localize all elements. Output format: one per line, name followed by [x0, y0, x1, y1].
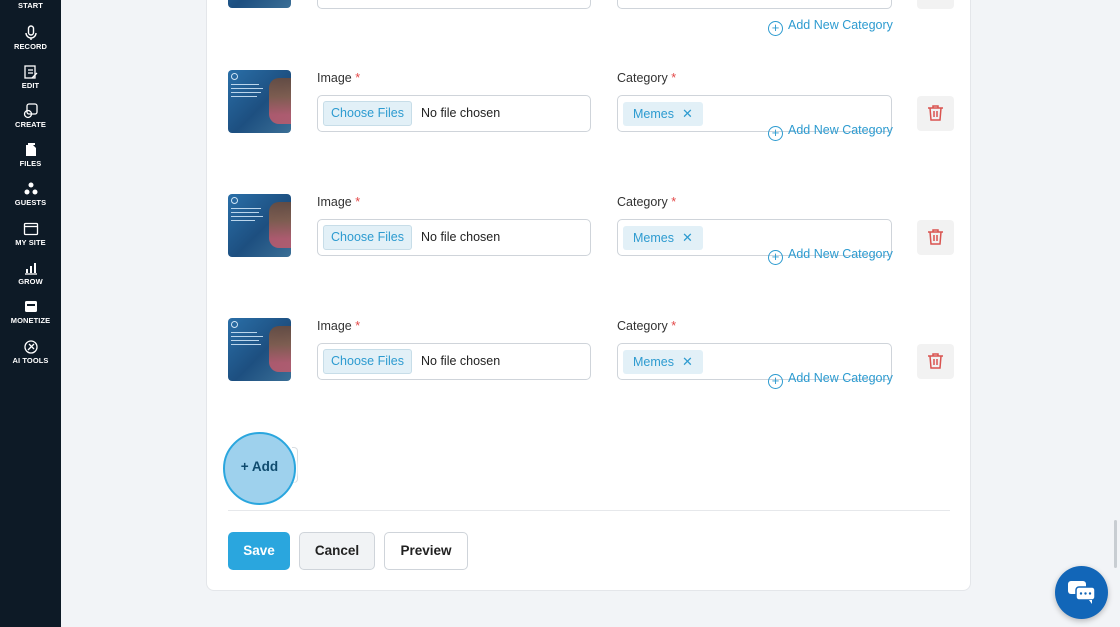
choose-files-button[interactable]: Choose Files	[323, 349, 412, 374]
file-status: No file chosen	[421, 230, 501, 244]
cancel-button[interactable]: Cancel	[299, 532, 375, 570]
delete-row-button[interactable]	[917, 344, 954, 379]
media-form-card: + Add New Category Image * Choose Files N…	[206, 0, 971, 591]
preview-button[interactable]: Preview	[384, 532, 468, 570]
delete-row-button[interactable]	[917, 220, 954, 255]
add-new-category-link[interactable]: + Add New Category	[768, 247, 893, 265]
sidebar-item-label: FILES	[19, 159, 42, 168]
plus-circle-icon: +	[768, 250, 783, 265]
sidebar-item-label: AI TOOLS	[12, 356, 49, 365]
delete-row-button[interactable]	[917, 0, 954, 9]
sidebar-item-label: RECORD	[13, 42, 48, 51]
remove-chip-icon[interactable]: ✕	[682, 350, 693, 374]
category-chip: Memes ✕	[623, 350, 703, 374]
files-icon	[25, 143, 36, 156]
remove-chip-icon[interactable]: ✕	[682, 226, 693, 250]
category-chip: Memes ✕	[623, 102, 703, 126]
category-input[interactable]	[617, 0, 892, 9]
sidebar: START RECORD EDIT CREATE FILES GUESTS MY…	[0, 0, 61, 627]
sidebar-item-edit[interactable]: EDIT	[0, 64, 61, 90]
category-label: Category *	[617, 71, 677, 85]
category-chip: Memes ✕	[623, 226, 703, 250]
guests-icon	[24, 182, 37, 195]
image-file-input[interactable]: Choose Files No file chosen	[317, 343, 591, 380]
sidebar-item-label: GUESTS	[14, 198, 47, 207]
browser-icon	[23, 222, 38, 236]
choose-files-button[interactable]: Choose Files	[323, 101, 412, 126]
file-status: No file chosen	[421, 106, 501, 120]
sidebar-item-label: GROW	[18, 277, 43, 286]
scrollbar[interactable]	[1114, 520, 1117, 568]
microphone-icon	[24, 25, 37, 40]
sidebar-item-guests[interactable]: GUESTS	[0, 181, 61, 207]
sidebar-item-create[interactable]: CREATE	[0, 103, 61, 129]
divider	[228, 510, 950, 511]
chat-widget-button[interactable]	[1055, 566, 1108, 619]
image-file-input[interactable]: Choose Files No file chosen	[317, 95, 591, 132]
plus-circle-icon: +	[768, 374, 783, 389]
sidebar-item-label: START	[18, 1, 43, 10]
sidebar-item-my-site[interactable]: MY SITE	[0, 221, 61, 247]
chat-icon	[1068, 581, 1096, 604]
sidebar-item-files[interactable]: FILES	[0, 142, 61, 168]
save-button[interactable]: Save	[228, 532, 290, 570]
trash-icon	[928, 229, 943, 245]
plus-circle-icon: +	[768, 126, 783, 141]
sidebar-item-grow[interactable]: GROW	[0, 260, 61, 286]
remove-chip-icon[interactable]: ✕	[682, 102, 693, 126]
sidebar-item-start[interactable]: START	[0, 0, 61, 10]
plus-circle-icon: +	[768, 21, 783, 36]
add-new-category-link[interactable]: + Add New Category	[768, 18, 893, 36]
sidebar-item-monetize[interactable]: MONETIZE	[0, 299, 61, 325]
image-thumbnail	[228, 318, 291, 381]
sidebar-item-label: CREATE	[15, 120, 46, 129]
image-thumbnail	[228, 194, 291, 257]
monetize-icon	[24, 301, 37, 312]
category-label: Category *	[617, 195, 677, 209]
edit-icon	[23, 65, 37, 79]
chart-icon	[24, 263, 37, 275]
category-label: Category *	[617, 319, 677, 333]
sidebar-item-label: EDIT	[21, 81, 40, 90]
image-file-input[interactable]	[317, 0, 591, 9]
sidebar-item-label: MY SITE	[15, 238, 46, 247]
add-new-category-link[interactable]: + Add New Category	[768, 371, 893, 389]
choose-files-button[interactable]: Choose Files	[323, 225, 412, 250]
trash-icon	[928, 353, 943, 369]
file-status: No file chosen	[421, 354, 501, 368]
image-thumbnail	[228, 0, 291, 8]
sidebar-item-record[interactable]: RECORD	[0, 25, 61, 51]
sidebar-item-ai-tools[interactable]: AI TOOLS	[0, 339, 61, 365]
create-icon	[23, 103, 38, 119]
image-label: Image *	[317, 195, 361, 209]
image-file-input[interactable]: Choose Files No file chosen	[317, 219, 591, 256]
add-row-button[interactable]: + Add	[223, 432, 296, 505]
delete-row-button[interactable]	[917, 96, 954, 131]
sidebar-item-label: MONETIZE	[10, 316, 51, 325]
image-label: Image *	[317, 319, 361, 333]
trash-icon	[928, 105, 943, 121]
image-thumbnail	[228, 70, 291, 133]
ai-tools-icon	[23, 340, 38, 354]
add-new-category-link[interactable]: + Add New Category	[768, 123, 893, 141]
image-label: Image *	[317, 71, 361, 85]
